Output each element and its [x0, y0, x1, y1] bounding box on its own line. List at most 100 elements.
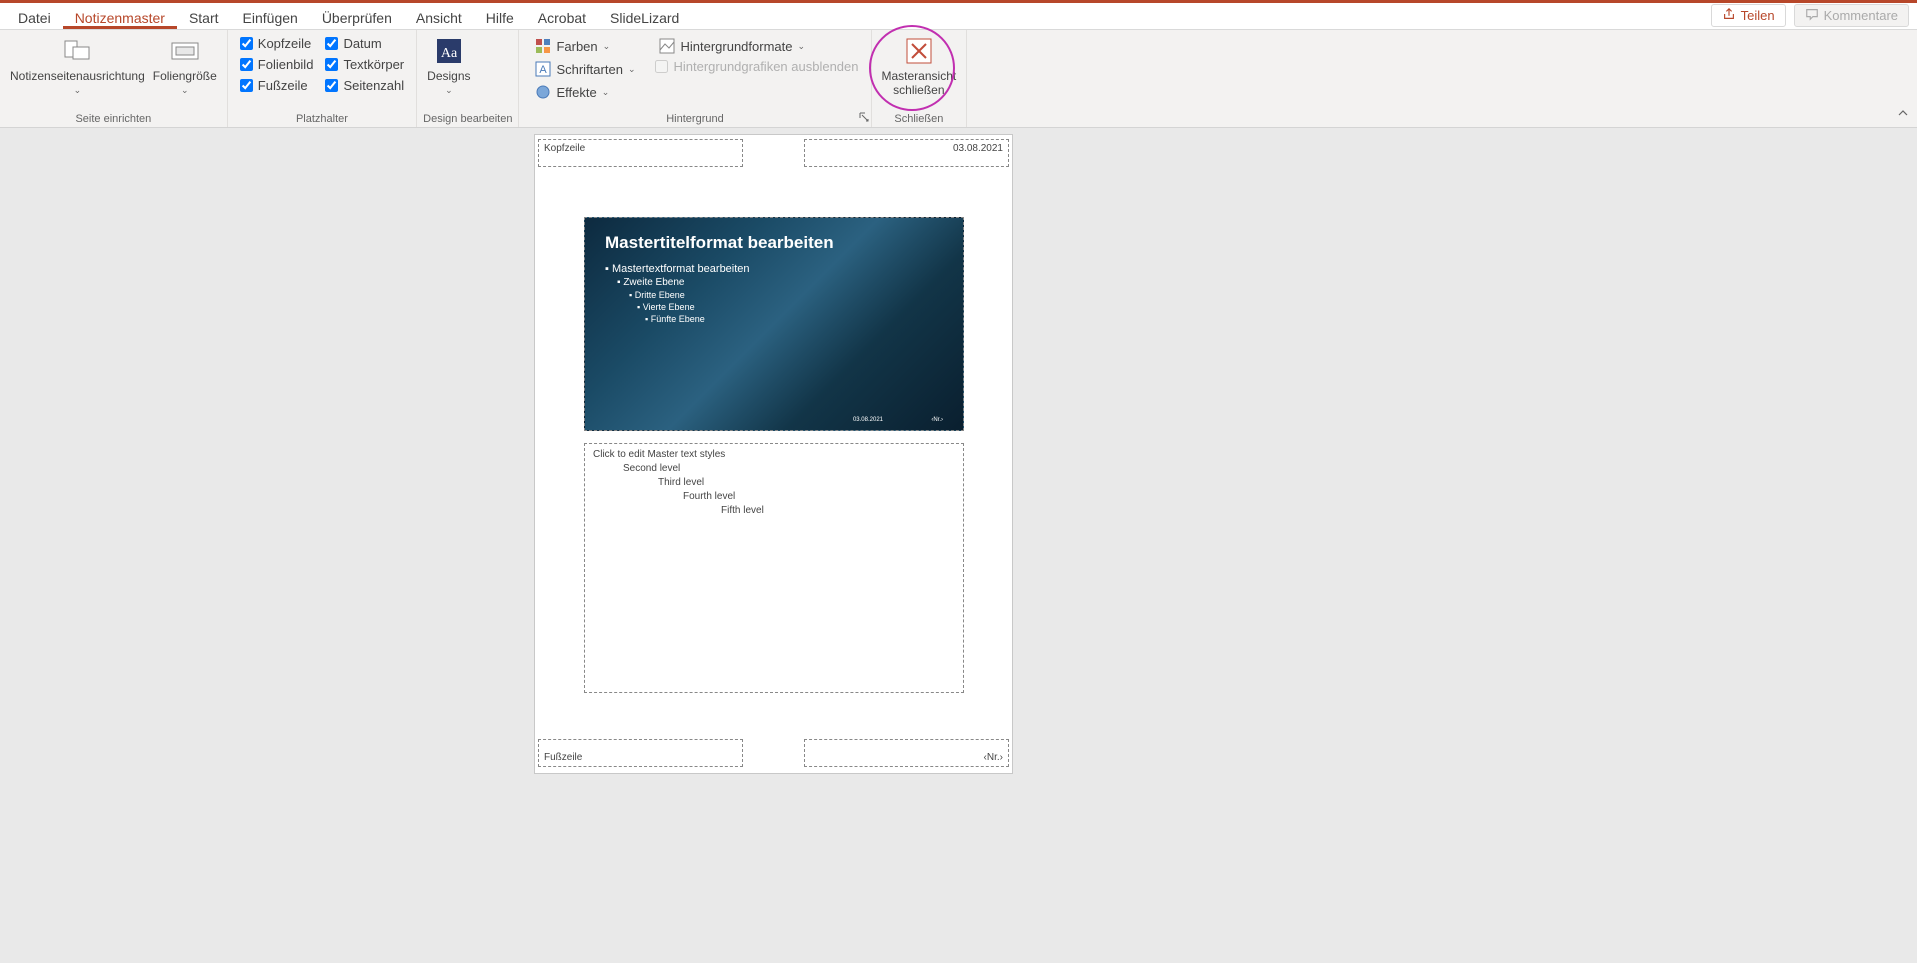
slide-image-placeholder[interactable]: Mastertitelformat bearbeiten Mastertextf…	[584, 217, 964, 431]
svg-text:Aa: Aa	[441, 46, 458, 61]
schriftarten-label: Schriftarten	[556, 62, 622, 77]
tab-notizenmaster[interactable]: Notizenmaster	[63, 6, 177, 29]
group-platzhalter: Kopfzeile Folienbild Fußzeile Datum Text…	[228, 30, 417, 127]
share-icon	[1722, 7, 1736, 24]
checkbox-seitenzahl[interactable]: Seitenzahl	[325, 78, 404, 93]
fusszeile-label: Fußzeile	[258, 78, 308, 93]
chevron-down-icon: ⌄	[181, 83, 189, 97]
slide-l2: Zweite Ebene	[605, 277, 943, 288]
notes-master-page[interactable]: Kopfzeile 03.08.2021 Mastertitelformat b…	[534, 134, 1013, 774]
background-styles-icon	[659, 38, 675, 54]
chevron-down-icon: ⌄	[628, 64, 636, 75]
masteransicht-schliessen-button[interactable]: Masteransicht schließen	[878, 33, 961, 99]
tab-ueberpruefen[interactable]: Überprüfen	[310, 6, 404, 29]
farben-label: Farben	[556, 39, 597, 54]
folienbild-input[interactable]	[240, 58, 253, 71]
grafiken-label: Hintergrundgrafiken ausblenden	[673, 59, 858, 74]
group-label-hintergrund: Hintergrund	[525, 113, 864, 127]
notes-body-placeholder[interactable]: Click to edit Master text styles Second …	[584, 443, 964, 693]
effekte-label: Effekte	[556, 85, 596, 100]
date-text: 03.08.2021	[953, 143, 1003, 154]
footer-text: Fußzeile	[544, 752, 582, 763]
group-design: Aa Designs ⌄ Design bearbeiten	[417, 30, 519, 127]
slide-l4: Vierte Ebene	[605, 302, 943, 312]
folienbild-label: Folienbild	[258, 57, 314, 72]
tab-slidelizard[interactable]: SlideLizard	[598, 6, 691, 29]
hintergrundformate-label: Hintergrundformate	[680, 39, 792, 54]
effekte-button[interactable]: Effekte ⌄	[531, 82, 639, 102]
ribbon-tabs: Datei Notizenmaster Start Einfügen Überp…	[0, 3, 1917, 30]
checkbox-fusszeile[interactable]: Fußzeile	[240, 78, 314, 93]
share-button[interactable]: Teilen	[1711, 4, 1786, 27]
checkbox-textkoerper[interactable]: Textkörper	[325, 57, 404, 72]
dialog-launcher-hintergrund[interactable]	[859, 112, 869, 125]
textkoerper-label: Textkörper	[343, 57, 404, 72]
checkbox-folienbild[interactable]: Folienbild	[240, 57, 314, 72]
kopfzeile-input[interactable]	[240, 37, 253, 50]
group-seite-einrichten: Notizenseitenausrichtung ⌄ Foliengröße ⌄…	[0, 30, 228, 127]
effects-icon	[535, 84, 551, 100]
page-orientation-icon	[61, 35, 93, 67]
group-label-seite: Seite einrichten	[6, 113, 221, 127]
collapse-ribbon-button[interactable]	[1897, 107, 1909, 122]
hintergrundformate-button[interactable]: Hintergrundformate ⌄	[655, 36, 858, 56]
editor-canvas[interactable]: Kopfzeile 03.08.2021 Mastertitelformat b…	[0, 128, 1917, 963]
share-label: Teilen	[1741, 8, 1775, 23]
chevron-down-icon: ⌄	[602, 87, 610, 98]
slide-l1: Mastertextformat bearbeiten	[605, 263, 943, 275]
group-schliessen: Masteransicht schließen Schließen	[872, 30, 968, 127]
notizenseitenausrichtung-button[interactable]: Notizenseitenausrichtung ⌄	[6, 33, 149, 99]
tab-einfuegen[interactable]: Einfügen	[231, 6, 310, 29]
comments-label: Kommentare	[1824, 8, 1898, 23]
group-label-design: Design bearbeiten	[423, 113, 512, 127]
seitenzahl-input[interactable]	[325, 79, 338, 92]
comments-button[interactable]: Kommentare	[1794, 4, 1909, 27]
ribbon: Notizenseitenausrichtung ⌄ Foliengröße ⌄…	[0, 30, 1917, 128]
notes-l4: Fourth level	[593, 490, 955, 504]
seitenzahl-label: Seitenzahl	[343, 78, 404, 93]
orientation-label: Notizenseitenausrichtung	[10, 69, 145, 83]
tab-datei[interactable]: Datei	[6, 6, 63, 29]
footer-placeholder[interactable]: Fußzeile	[538, 739, 743, 767]
tab-hilfe[interactable]: Hilfe	[474, 6, 526, 29]
tab-ansicht[interactable]: Ansicht	[404, 6, 474, 29]
slide-date: 03.08.2021	[853, 417, 883, 423]
fusszeile-input[interactable]	[240, 79, 253, 92]
grafiken-input	[655, 60, 668, 73]
textkoerper-input[interactable]	[325, 58, 338, 71]
tab-acrobat[interactable]: Acrobat	[526, 6, 598, 29]
group-label-schliessen: Schließen	[878, 113, 961, 127]
group-label-platzhalter: Platzhalter	[234, 113, 410, 127]
colors-icon	[535, 38, 551, 54]
date-placeholder[interactable]: 03.08.2021	[804, 139, 1009, 167]
foliengroesse-button[interactable]: Foliengröße ⌄	[149, 33, 221, 99]
header-placeholder[interactable]: Kopfzeile	[538, 139, 743, 167]
notes-l5: Fifth level	[593, 504, 955, 518]
comment-icon	[1805, 7, 1819, 24]
checkbox-kopfzeile[interactable]: Kopfzeile	[240, 36, 314, 51]
tab-start[interactable]: Start	[177, 6, 231, 29]
farben-button[interactable]: Farben ⌄	[531, 36, 639, 56]
designs-label: Designs	[427, 69, 470, 83]
slide-body-list: Mastertextformat bearbeiten Zweite Ebene…	[605, 263, 943, 324]
checkbox-datum[interactable]: Datum	[325, 36, 404, 51]
slide-size-icon	[169, 35, 201, 67]
close-master-label2: schließen	[893, 83, 944, 97]
themes-icon: Aa	[433, 35, 465, 67]
page-number-placeholder[interactable]: ‹Nr.›	[804, 739, 1009, 767]
svg-text:A: A	[540, 64, 548, 76]
page-number-text: ‹Nr.›	[984, 752, 1003, 763]
designs-button[interactable]: Aa Designs ⌄	[423, 33, 474, 99]
chevron-down-icon: ⌄	[445, 83, 453, 97]
schriftarten-button[interactable]: A Schriftarten ⌄	[531, 59, 639, 79]
kopfzeile-label: Kopfzeile	[258, 36, 311, 51]
datum-input[interactable]	[325, 37, 338, 50]
notes-l2: Second level	[593, 462, 955, 476]
notes-l1: Click to edit Master text styles	[593, 448, 955, 462]
datum-label: Datum	[343, 36, 381, 51]
close-master-icon	[903, 35, 935, 67]
chevron-down-icon: ⌄	[797, 41, 805, 52]
slidesize-label: Foliengröße	[153, 69, 217, 83]
slide-l5: Fünfte Ebene	[605, 314, 943, 324]
slide-title: Mastertitelformat bearbeiten	[605, 233, 943, 253]
